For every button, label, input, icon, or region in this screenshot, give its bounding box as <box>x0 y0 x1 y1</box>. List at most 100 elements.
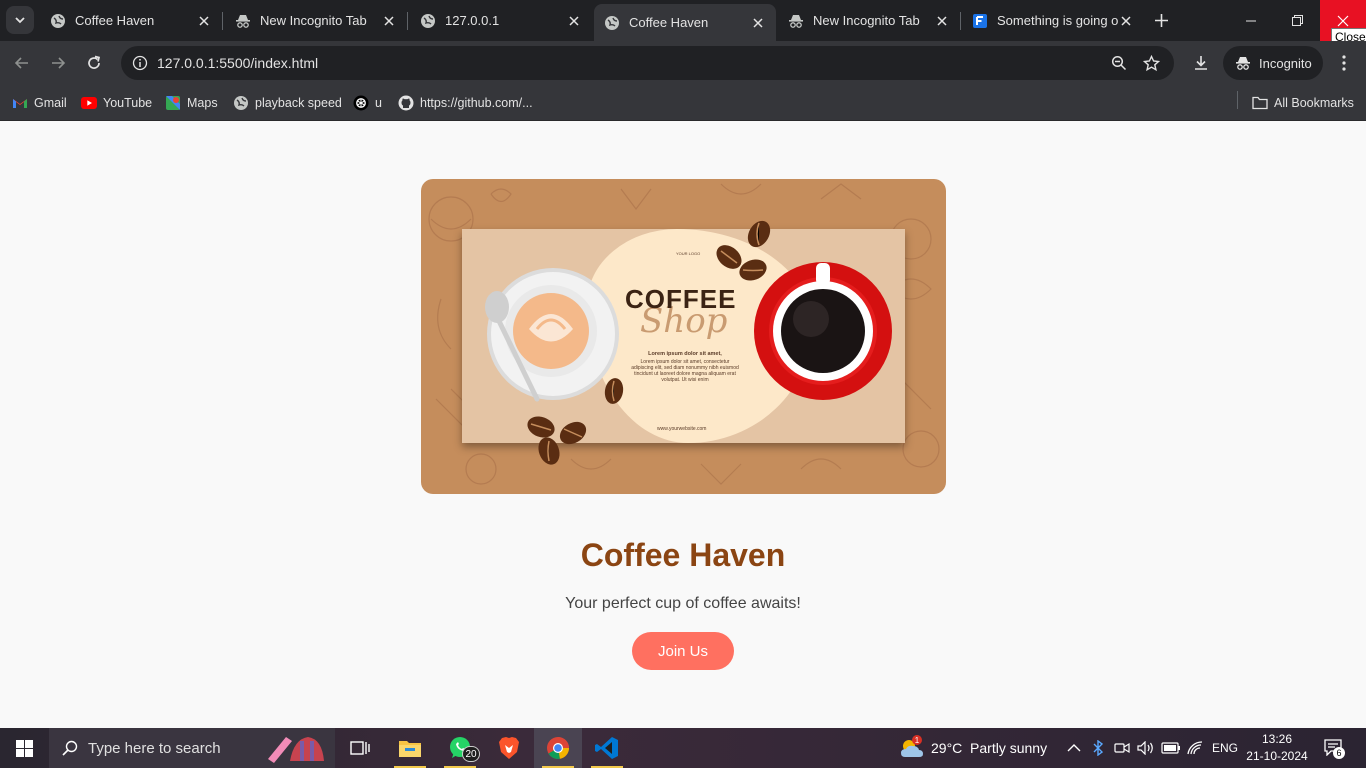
incognito-label: Incognito <box>1259 55 1312 71</box>
tab-new-incognito[interactable]: New Incognito Tab <box>225 4 407 37</box>
bookmark-label: Maps <box>187 96 218 110</box>
bookmarks-divider <box>1237 91 1238 109</box>
bookmark-star-icon[interactable] <box>1140 52 1162 74</box>
tab-divider <box>222 12 223 30</box>
folder-icon <box>1252 95 1268 111</box>
maps-icon <box>165 95 181 111</box>
downloads-button[interactable] <box>1187 49 1215 77</box>
show-hidden-icons[interactable] <box>1067 728 1081 768</box>
page-subtitle: Your perfect cup of coffee awaits! <box>565 595 801 612</box>
incognito-icon <box>788 13 804 29</box>
bookmark-youtube[interactable]: YouTube <box>81 92 152 114</box>
reload-button[interactable] <box>80 49 108 77</box>
arrow-right-icon <box>52 57 66 69</box>
all-bookmarks[interactable]: All Bookmarks <box>1252 92 1354 114</box>
taskbar-vscode[interactable] <box>583 728 631 768</box>
restore-icon <box>1291 15 1303 26</box>
system-clock[interactable]: 13:26 21-10-2024 <box>1244 731 1310 765</box>
bookmark-gmail[interactable]: Gmail <box>12 92 67 114</box>
search-placeholder: Type here to search <box>88 739 221 757</box>
bookmark-label: Gmail <box>34 96 67 110</box>
bookmark-github[interactable]: https://github.com/... <box>398 92 533 114</box>
incognito-indicator[interactable]: Incognito <box>1223 46 1323 80</box>
tab-forms[interactable]: Something is going o <box>962 4 1144 37</box>
meet-now-tray[interactable] <box>1114 728 1130 768</box>
taskbar-search[interactable]: Type here to search <box>49 728 335 768</box>
plus-icon <box>1154 13 1168 27</box>
more-vert-icon <box>1342 55 1346 71</box>
bookmark-playback-speed[interactable]: playback speed <box>233 92 342 114</box>
new-tab-button[interactable] <box>1150 9 1172 31</box>
speaker-icon <box>1137 741 1153 755</box>
youtube-icon <box>81 95 97 111</box>
folder-icon <box>399 741 421 757</box>
notification-badge: 20 <box>462 746 480 762</box>
tab-localhost[interactable]: 127.0.0.1 <box>410 4 592 37</box>
close-icon[interactable] <box>1118 13 1134 29</box>
taskbar-brave[interactable] <box>485 728 533 768</box>
task-view-button[interactable] <box>336 728 384 768</box>
globe-icon <box>604 15 620 31</box>
clock-date: 21-10-2024 <box>1246 749 1308 763</box>
incognito-icon <box>235 13 251 29</box>
close-icon[interactable] <box>750 15 766 31</box>
chatgpt-icon <box>353 95 369 111</box>
globe-icon <box>233 95 249 111</box>
close-icon[interactable] <box>381 13 397 29</box>
chevron-up-icon <box>1067 744 1081 752</box>
close-icon[interactable] <box>196 13 212 29</box>
camera-icon <box>1114 742 1130 754</box>
bookmarks-bar: Gmail YouTube Maps playback speed u http… <box>0 85 1366 121</box>
close-icon[interactable] <box>566 13 582 29</box>
minimize-button[interactable] <box>1228 0 1274 41</box>
notifications-icon: 6 <box>1323 738 1345 759</box>
tab-title: 127.0.0.1 <box>445 13 500 28</box>
page-content: YOUR LOGO Shop COFFEE Lorem ipsum dolor … <box>0 121 1366 728</box>
taskbar-chrome[interactable] <box>534 728 582 768</box>
bookmark-label: playback speed <box>255 96 342 110</box>
tab-strip: Coffee Haven New Incognito Tab 127.0.0.1… <box>0 0 1366 46</box>
tab-title: New Incognito Tab <box>260 13 367 28</box>
zoom-icon[interactable] <box>1108 52 1130 74</box>
reload-icon <box>88 55 101 69</box>
restore-button[interactable] <box>1274 0 1320 41</box>
address-bar[interactable]: 127.0.0.1:5500/index.html <box>121 46 1174 80</box>
network-tray[interactable] <box>1187 728 1205 768</box>
action-center[interactable]: 6 <box>1323 728 1345 768</box>
taskbar-file-explorer[interactable] <box>386 728 434 768</box>
battery-icon <box>1161 742 1180 754</box>
tab-coffee-haven[interactable]: Coffee Haven <box>40 4 222 37</box>
language-indicator[interactable]: ENG <box>1212 728 1238 768</box>
arrow-left-icon <box>14 57 28 69</box>
url-text: 127.0.0.1:5500/index.html <box>157 55 319 71</box>
info-icon[interactable] <box>129 52 151 74</box>
bluetooth-icon <box>1093 740 1104 756</box>
close-icon[interactable] <box>934 13 950 29</box>
tab-title: New Incognito Tab <box>813 13 920 28</box>
volume-tray[interactable] <box>1137 728 1155 768</box>
start-button[interactable] <box>0 728 48 768</box>
windows-taskbar: Type here to search 20 1 29°C Partly sun… <box>0 728 1366 768</box>
tab-title: Something is going o <box>997 13 1118 28</box>
bookmark-label: u <box>375 96 382 110</box>
tab-new-incognito-2[interactable]: New Incognito Tab <box>778 4 960 37</box>
windows-logo-icon <box>15 739 33 757</box>
bookmark-maps[interactable]: Maps <box>165 92 218 114</box>
bluetooth-tray[interactable] <box>1092 728 1104 768</box>
back-button[interactable] <box>8 49 36 77</box>
wifi-icon <box>1187 741 1203 755</box>
download-icon <box>1195 56 1207 70</box>
bookmark-chatgpt[interactable]: u <box>353 92 382 114</box>
battery-tray[interactable] <box>1161 728 1181 768</box>
join-us-button[interactable]: Join Us <box>632 632 734 670</box>
tab-search-button[interactable] <box>6 6 34 34</box>
forward-button[interactable] <box>44 49 72 77</box>
bookmark-label: YouTube <box>103 96 153 110</box>
taskbar-whatsapp[interactable]: 20 <box>436 728 484 768</box>
chrome-icon <box>547 737 569 759</box>
menu-button[interactable] <box>1330 49 1358 77</box>
brave-icon <box>499 737 519 759</box>
weather-widget[interactable]: 1 29°C Partly sunny <box>899 728 1047 768</box>
coffee-cups-illustration <box>485 220 892 465</box>
tab-coffee-haven-active[interactable]: Coffee Haven <box>594 4 776 41</box>
